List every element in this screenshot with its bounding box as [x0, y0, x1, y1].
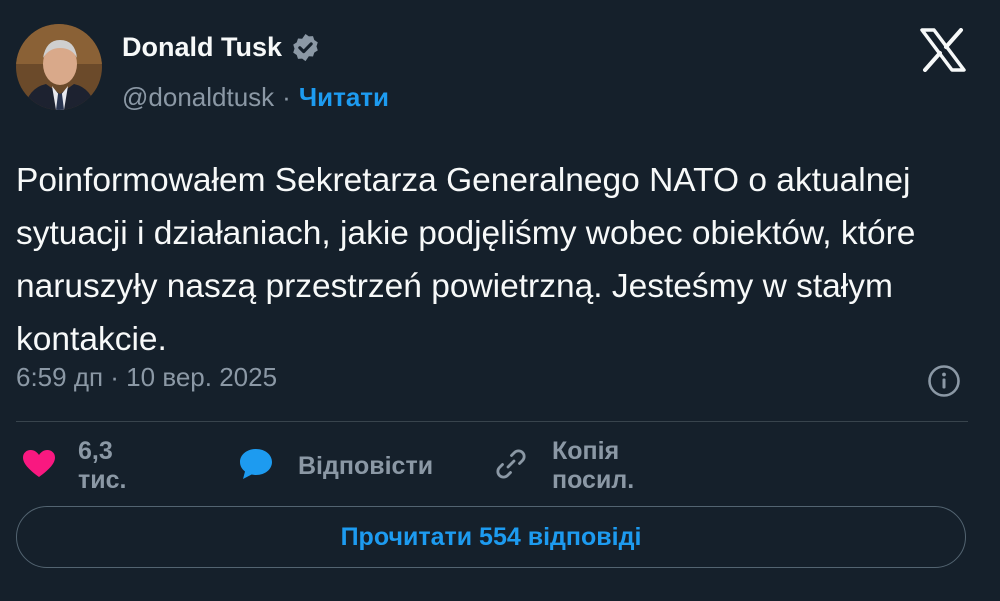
- author-name-row: Donald Tusk: [122, 32, 321, 63]
- like-count: 6,3 тис.: [78, 437, 127, 494]
- info-icon[interactable]: [927, 364, 961, 398]
- copy-link-button[interactable]: Копія посил.: [494, 437, 635, 494]
- handle-row: @donaldtusk · Читати: [122, 82, 389, 113]
- tweet-text: Poinformowałem Sekretarza Generalnego NA…: [16, 162, 916, 358]
- verified-badge-icon: [290, 32, 321, 63]
- tweet-embed-card: Donald Tusk @donaldtusk · Читати Poinfor…: [0, 0, 1000, 601]
- speech-bubble-icon: [238, 447, 274, 486]
- heart-icon: [22, 449, 56, 484]
- follow-button[interactable]: Читати: [299, 82, 389, 113]
- tweet-timestamp[interactable]: 6:59 дп · 10 вер. 2025: [16, 362, 277, 393]
- divider: [16, 421, 968, 422]
- read-replies-button[interactable]: Прочитати 554 відповіді: [16, 506, 966, 568]
- author-name[interactable]: Donald Tusk: [122, 32, 282, 63]
- link-icon: [494, 447, 528, 486]
- x-logo-icon[interactable]: [920, 28, 966, 72]
- author-handle[interactable]: @donaldtusk: [122, 82, 274, 113]
- like-button[interactable]: 6,3 тис.: [22, 437, 127, 494]
- reply-button[interactable]: Відповісти: [238, 440, 433, 492]
- avatar[interactable]: [16, 24, 102, 110]
- copy-link-label: Копія посил.: [552, 437, 635, 494]
- separator-dot: ·: [282, 82, 291, 112]
- reply-label: Відповісти: [298, 451, 434, 480]
